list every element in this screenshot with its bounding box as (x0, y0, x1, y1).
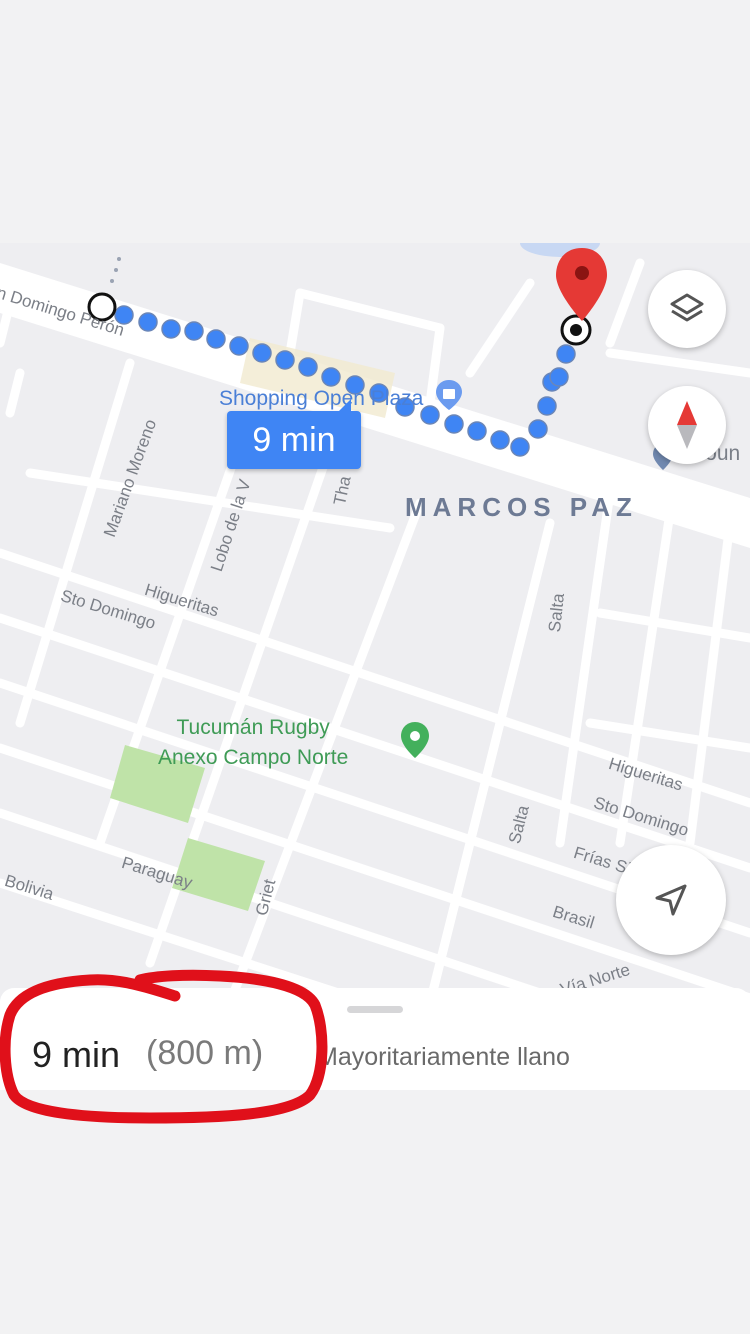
layers-button[interactable] (648, 270, 726, 348)
street-label: Salta (545, 592, 568, 633)
place-pin-icon (401, 722, 429, 758)
navigation-arrow-icon (655, 884, 687, 916)
my-location-button[interactable] (616, 845, 726, 955)
poi-label: Shopping Open Plaza (219, 387, 424, 410)
poi-tucuman-rugby[interactable]: Tucumán Rugby Anexo Campo Norte (158, 713, 348, 773)
red-highlight-annotation (0, 969, 328, 1124)
map-view[interactable]: n Domingo Perón Mariano Moreno Lobo de l… (0, 243, 750, 1003)
compass-icon (677, 401, 697, 449)
area-label: MARCOS PAZ (405, 492, 638, 522)
route-eta-badge[interactable]: 9 min (227, 399, 361, 469)
shopping-bag-icon (436, 380, 463, 410)
destination-pin-icon (556, 248, 607, 321)
route-terrain: Mayoritariamente llano (317, 1043, 570, 1071)
poi-label: Anexo Campo Norte (158, 746, 349, 769)
drag-handle[interactable] (347, 1006, 403, 1013)
layers-icon (670, 293, 704, 322)
poi-label: Tucumán Rugby (176, 716, 330, 739)
compass-button[interactable] (648, 386, 726, 464)
